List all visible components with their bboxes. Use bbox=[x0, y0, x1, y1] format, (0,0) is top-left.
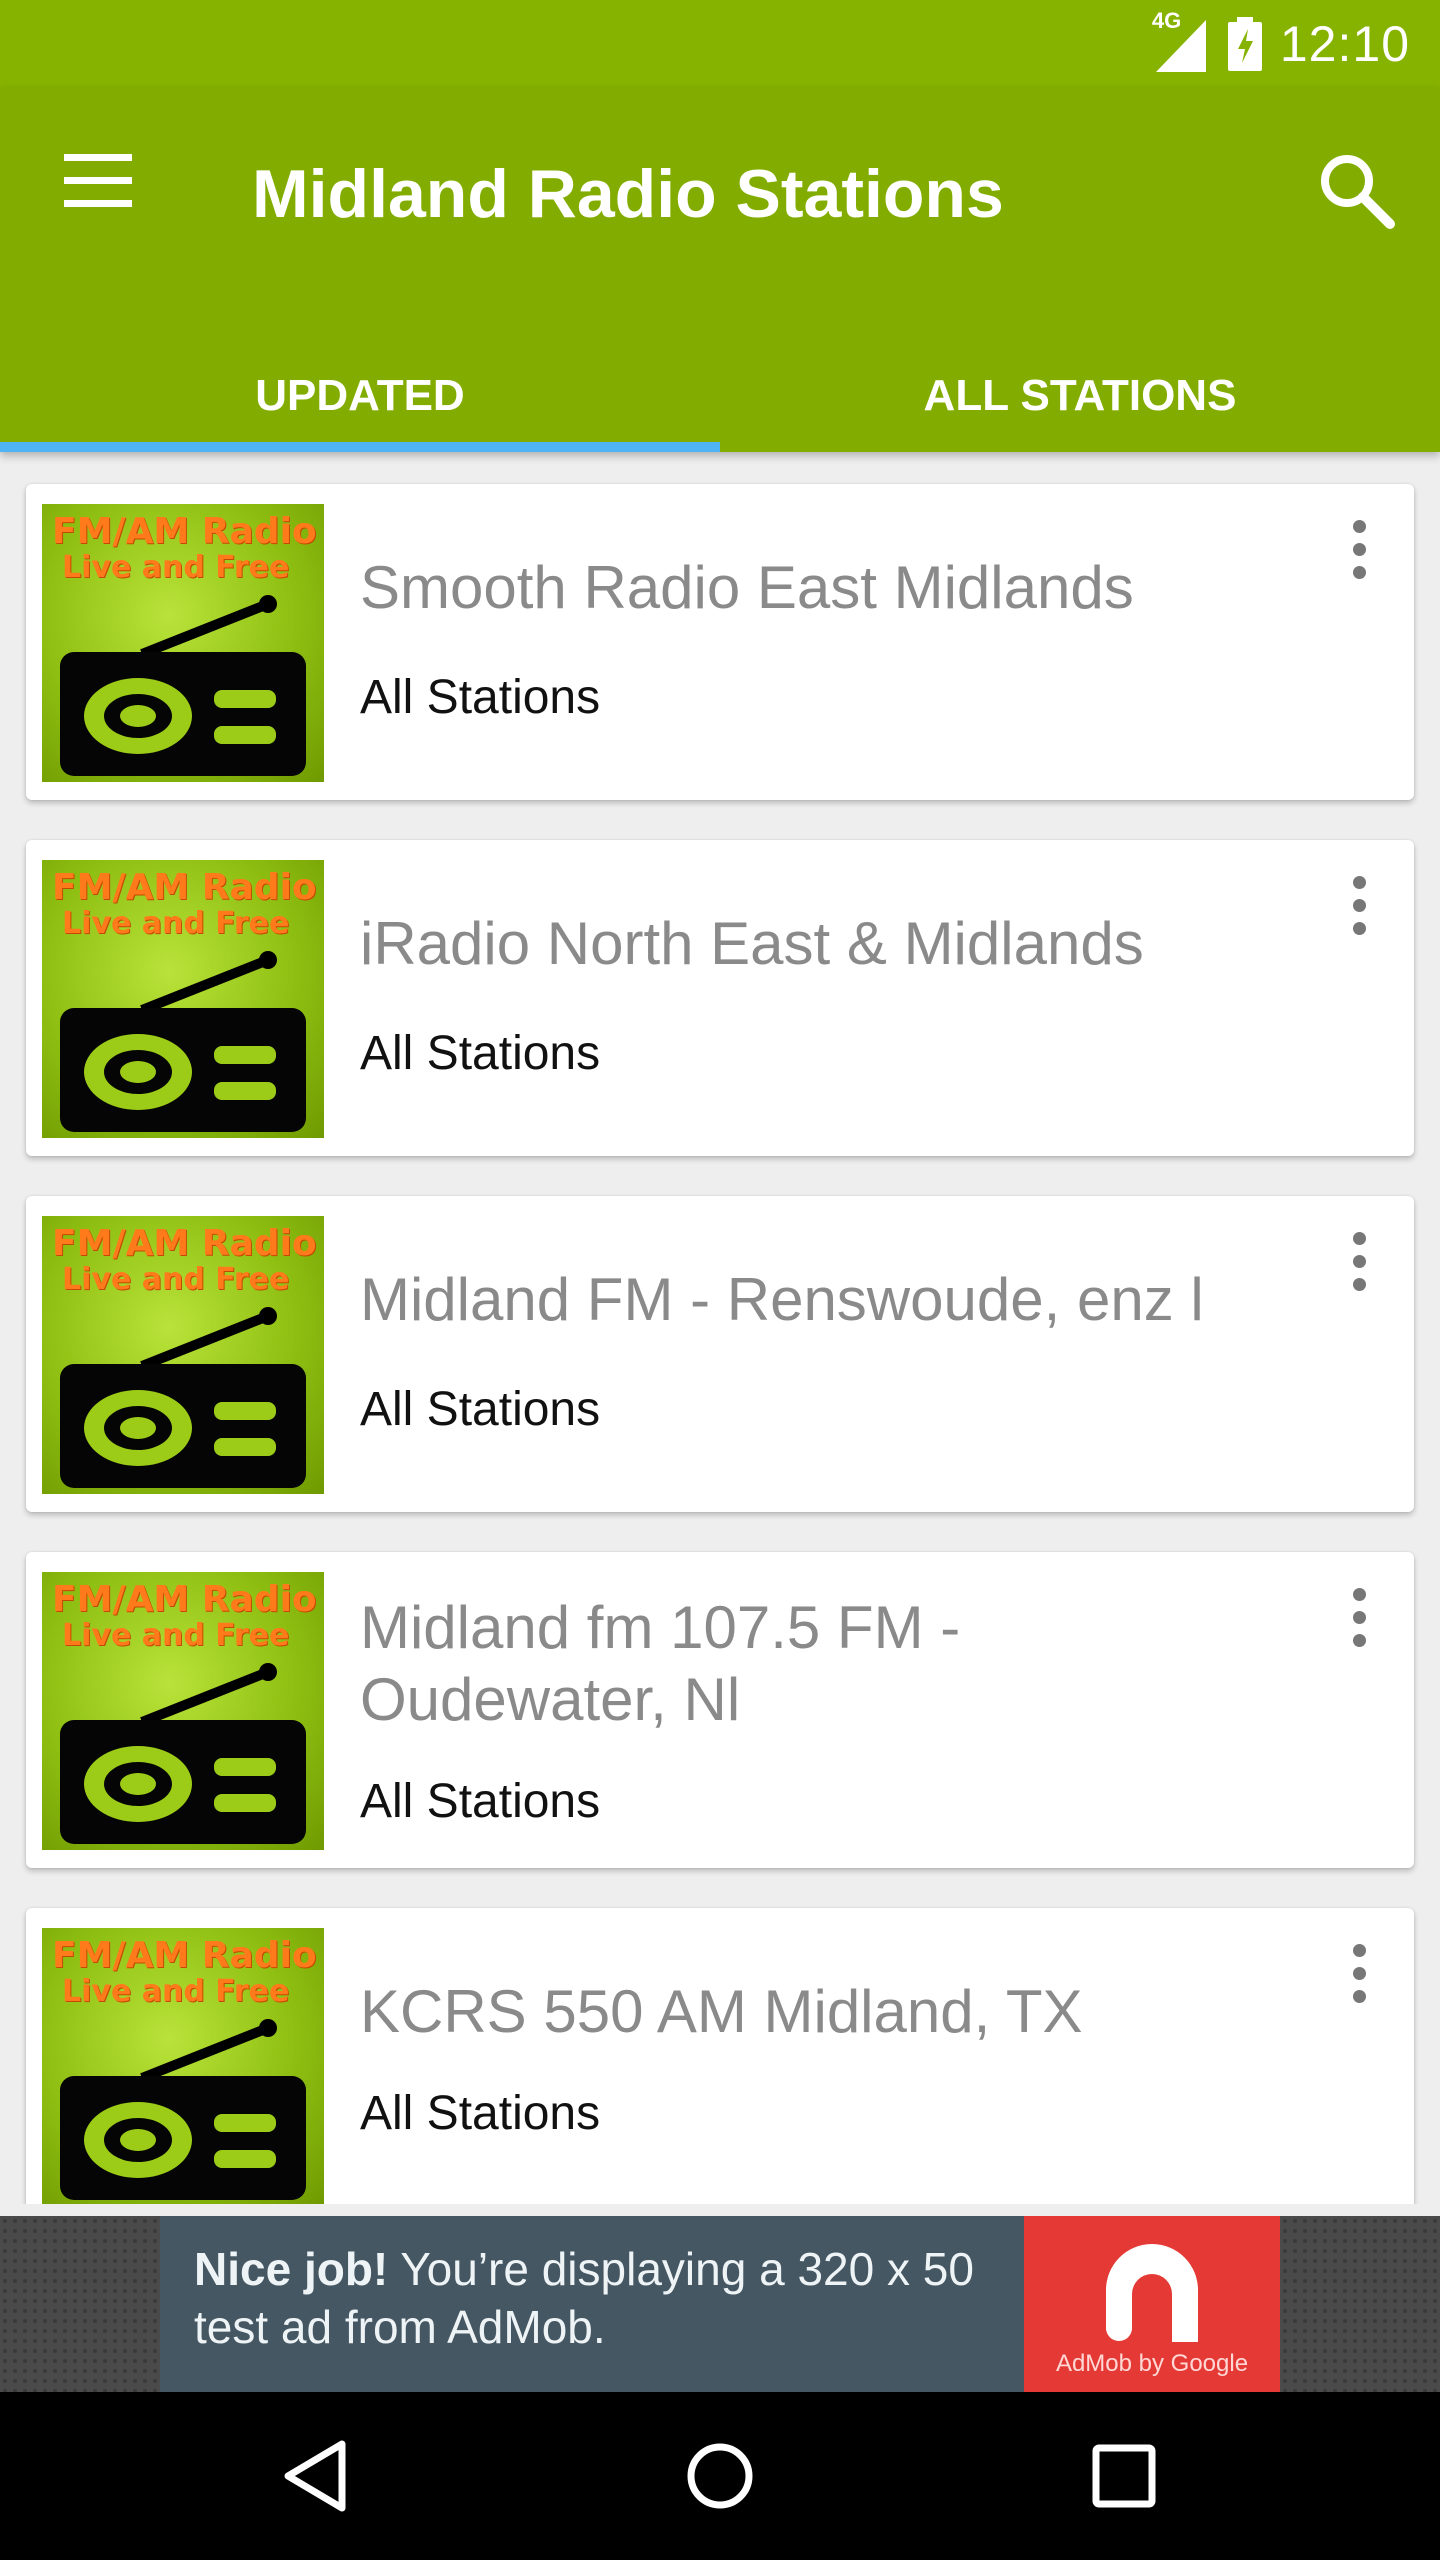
system-nav-bar bbox=[0, 2392, 1440, 2560]
admob-logo: AdMob by Google bbox=[1024, 2216, 1280, 2392]
tab-updated[interactable]: UPDATED bbox=[0, 368, 720, 452]
radio-thumbnail: FM/AM Radio Live and Free bbox=[42, 504, 324, 782]
recents-square-icon[interactable] bbox=[1084, 2436, 1164, 2516]
station-card[interactable]: FM/AM Radio Live and Free Midland fm 107.… bbox=[26, 1552, 1414, 1868]
station-title: Midland FM - Renswoude, enz l bbox=[360, 1266, 1204, 1333]
thumb-caption: Live and Free bbox=[62, 550, 290, 585]
station-list[interactable]: FM/AM Radio Live and Free Smooth Radio Ea… bbox=[0, 452, 1440, 2204]
thumb-caption: FM/AM Radio bbox=[52, 867, 317, 908]
status-icons: 4G 12:10 bbox=[1150, 0, 1410, 88]
battery-charging-icon bbox=[1227, 17, 1262, 71]
ad-text: Nice job! You’re displaying a 320 x 50 t… bbox=[194, 2240, 1014, 2356]
tab-label: ALL STATIONS bbox=[923, 371, 1237, 420]
more-vert-icon[interactable] bbox=[1344, 1588, 1374, 1648]
page-title: Midland Radio Stations bbox=[252, 156, 1004, 232]
app-bar: Midland Radio Stations UPDATED ALL STATI… bbox=[0, 88, 1440, 452]
status-bar: 4G 12:10 bbox=[0, 0, 1440, 88]
clock: 12:10 bbox=[1279, 16, 1410, 72]
ad-bold-text: Nice job! bbox=[194, 2243, 389, 2295]
station-subtitle: All Stations bbox=[360, 1775, 601, 1828]
home-circle-icon[interactable] bbox=[680, 2436, 760, 2516]
station-subtitle: All Stations bbox=[360, 2087, 601, 2140]
ad-container: Nice job! You’re displaying a 320 x 50 t… bbox=[0, 2216, 1440, 2392]
thumb-caption: FM/AM Radio bbox=[52, 1223, 317, 1264]
more-vert-icon[interactable] bbox=[1344, 1232, 1374, 1292]
station-card[interactable]: FM/AM Radio Live and Free iRadio North Ea… bbox=[26, 840, 1414, 1156]
thumb-caption: FM/AM Radio bbox=[52, 1935, 317, 1976]
thumb-caption: Live and Free bbox=[62, 1974, 290, 2009]
station-subtitle: All Stations bbox=[360, 1383, 601, 1436]
back-triangle-icon[interactable] bbox=[276, 2436, 356, 2516]
more-vert-icon[interactable] bbox=[1344, 520, 1374, 580]
admob-test-ad[interactable]: Nice job! You’re displaying a 320 x 50 t… bbox=[160, 2216, 1280, 2392]
station-card[interactable]: FM/AM Radio Live and Free Smooth Radio Ea… bbox=[26, 484, 1414, 800]
station-title: Smooth Radio East Midlands bbox=[360, 554, 1134, 621]
radio-thumbnail: FM/AM Radio Live and Free bbox=[42, 1928, 324, 2204]
station-title: Midland fm 107.5 FM - Oudewater, Nl bbox=[360, 1594, 961, 1733]
radio-thumbnail: FM/AM Radio Live and Free bbox=[42, 1216, 324, 1494]
station-subtitle: All Stations bbox=[360, 671, 601, 724]
ad-logo-caption: AdMob by Google bbox=[1055, 2350, 1249, 2377]
station-card[interactable]: FM/AM Radio Live and Free KCRS 550 AM Mid… bbox=[26, 1908, 1414, 2204]
cell-signal-icon: 4G bbox=[1150, 8, 1210, 74]
station-card[interactable]: FM/AM Radio Live and Free Midland FM - Re… bbox=[26, 1196, 1414, 1512]
thumb-caption: FM/AM Radio bbox=[52, 1579, 317, 1620]
thumb-caption: Live and Free bbox=[62, 906, 290, 941]
thumb-caption: Live and Free bbox=[62, 1618, 290, 1653]
radio-thumbnail: FM/AM Radio Live and Free bbox=[42, 1572, 324, 1850]
search-icon[interactable] bbox=[1314, 148, 1400, 234]
more-vert-icon[interactable] bbox=[1344, 1944, 1374, 2004]
hamburger-menu-icon[interactable] bbox=[58, 154, 138, 218]
tab-label: UPDATED bbox=[255, 371, 465, 420]
radio-thumbnail: FM/AM Radio Live and Free bbox=[42, 860, 324, 1138]
thumb-caption: FM/AM Radio bbox=[52, 511, 317, 552]
selected-tab-indicator bbox=[0, 442, 720, 452]
network-type: 4G bbox=[1151, 8, 1182, 33]
more-vert-icon[interactable] bbox=[1344, 876, 1374, 936]
station-title: iRadio North East & Midlands bbox=[360, 910, 1144, 977]
station-subtitle: All Stations bbox=[360, 1027, 601, 1080]
station-title: KCRS 550 AM Midland, TX bbox=[360, 1978, 1083, 2045]
thumb-caption: Live and Free bbox=[62, 1262, 290, 1297]
tab-bar: UPDATED ALL STATIONS bbox=[0, 368, 1440, 452]
tab-all-stations[interactable]: ALL STATIONS bbox=[720, 368, 1440, 452]
